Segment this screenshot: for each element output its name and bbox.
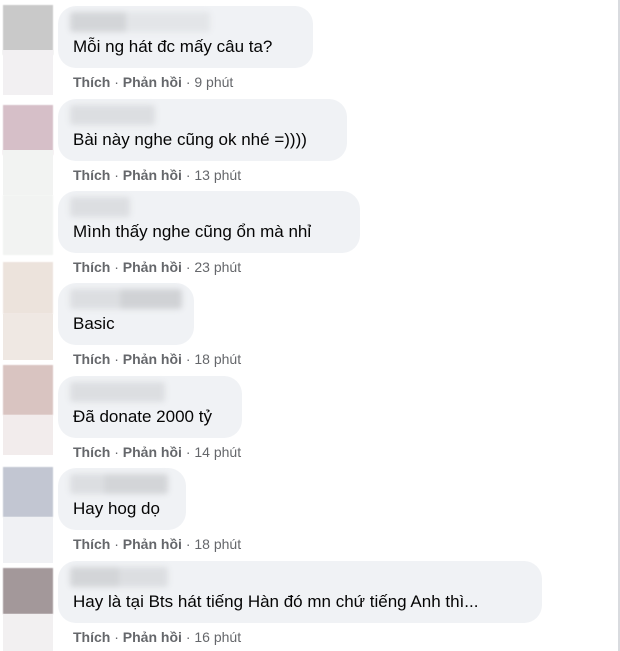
- like-button[interactable]: Thích: [73, 536, 110, 552]
- comment-actions: Thích · Phản hồi · 16 phút: [73, 629, 241, 645]
- author-name-blurred[interactable]: [70, 12, 210, 32]
- avatar-background: [3, 614, 53, 651]
- comment-bubble: Đã donate 2000 tỷ: [58, 376, 242, 438]
- reply-button[interactable]: Phản hồi: [123, 351, 182, 367]
- author-name-blurred[interactable]: [70, 289, 182, 309]
- author-name-blurred[interactable]: [70, 197, 130, 217]
- avatar[interactable]: [3, 365, 53, 415]
- comment-actions: Thích · Phản hồi · 18 phút: [73, 536, 241, 552]
- timestamp[interactable]: 23 phút: [194, 259, 241, 275]
- comment-actions: Thích · Phản hồi · 23 phút: [73, 259, 241, 275]
- comment-bubble: Basic: [58, 283, 194, 345]
- separator: ·: [114, 74, 123, 90]
- reply-button[interactable]: Phản hồi: [123, 74, 182, 90]
- avatar[interactable]: [3, 568, 53, 614]
- separator: ·: [114, 536, 123, 552]
- separator: ·: [114, 167, 123, 183]
- avatar[interactable]: [3, 195, 53, 255]
- comment-bubble: Mỗi ng hát đc mấy câu ta?: [58, 6, 313, 68]
- reply-button[interactable]: Phản hồi: [123, 444, 182, 460]
- comment-actions: Thích · Phản hồi · 18 phút: [73, 351, 241, 367]
- avatar-background: [3, 415, 53, 455]
- avatar[interactable]: [3, 105, 53, 155]
- comment-bubble: Hay là tại Bts hát tiếng Hàn đó mn chứ t…: [58, 561, 542, 623]
- author-name-blurred[interactable]: [70, 474, 168, 494]
- separator: ·: [114, 629, 123, 645]
- comment-actions: Thích · Phản hồi · 9 phút: [73, 74, 233, 90]
- comment-text: Basic: [73, 314, 115, 333]
- comment-text: Mỗi ng hát đc mấy câu ta?: [73, 37, 273, 56]
- reply-button[interactable]: Phản hồi: [123, 259, 182, 275]
- author-name-blurred[interactable]: [70, 567, 168, 587]
- comment-text: Đã donate 2000 tỷ: [73, 407, 212, 426]
- like-button[interactable]: Thích: [73, 351, 110, 367]
- like-button[interactable]: Thích: [73, 444, 110, 460]
- avatar-background: [3, 50, 53, 95]
- separator: ·: [114, 351, 123, 367]
- like-button[interactable]: Thích: [73, 74, 110, 90]
- reply-button[interactable]: Phản hồi: [123, 629, 182, 645]
- timestamp[interactable]: 14 phút: [194, 444, 241, 460]
- like-button[interactable]: Thích: [73, 167, 110, 183]
- avatar[interactable]: [3, 262, 53, 314]
- avatar-background: [3, 150, 53, 195]
- separator: ·: [114, 259, 123, 275]
- comment-text: Mình thấy nghe cũng ổn mà nhỉ: [73, 222, 312, 241]
- comment-bubble: Hay hog dọ: [58, 468, 186, 530]
- author-name-blurred[interactable]: [70, 382, 165, 402]
- reply-button[interactable]: Phản hồi: [123, 167, 182, 183]
- author-name-blurred[interactable]: [70, 105, 155, 125]
- like-button[interactable]: Thích: [73, 629, 110, 645]
- timestamp[interactable]: 18 phút: [194, 536, 241, 552]
- reply-button[interactable]: Phản hồi: [123, 536, 182, 552]
- comment-text: Bài này nghe cũng ok nhé =)))): [73, 130, 307, 149]
- timestamp[interactable]: 18 phút: [194, 351, 241, 367]
- like-button[interactable]: Thích: [73, 259, 110, 275]
- avatar-background: [3, 314, 53, 360]
- timestamp[interactable]: 13 phút: [194, 167, 241, 183]
- timestamp[interactable]: 9 phút: [194, 74, 233, 90]
- comment-bubble: Bài này nghe cũng ok nhé =)))): [58, 99, 347, 161]
- timestamp[interactable]: 16 phút: [194, 629, 241, 645]
- comment-text: Hay là tại Bts hát tiếng Hàn đó mn chứ t…: [73, 592, 479, 611]
- separator: ·: [114, 444, 123, 460]
- comment-actions: Thích · Phản hồi · 13 phút: [73, 167, 241, 183]
- avatar-background: [3, 517, 53, 563]
- comment-bubble: Mình thấy nghe cũng ổn mà nhỉ: [58, 191, 360, 253]
- avatar[interactable]: [3, 5, 53, 55]
- comment-text: Hay hog dọ: [73, 499, 160, 518]
- avatar[interactable]: [3, 467, 53, 517]
- comment-actions: Thích · Phản hồi · 14 phút: [73, 444, 241, 460]
